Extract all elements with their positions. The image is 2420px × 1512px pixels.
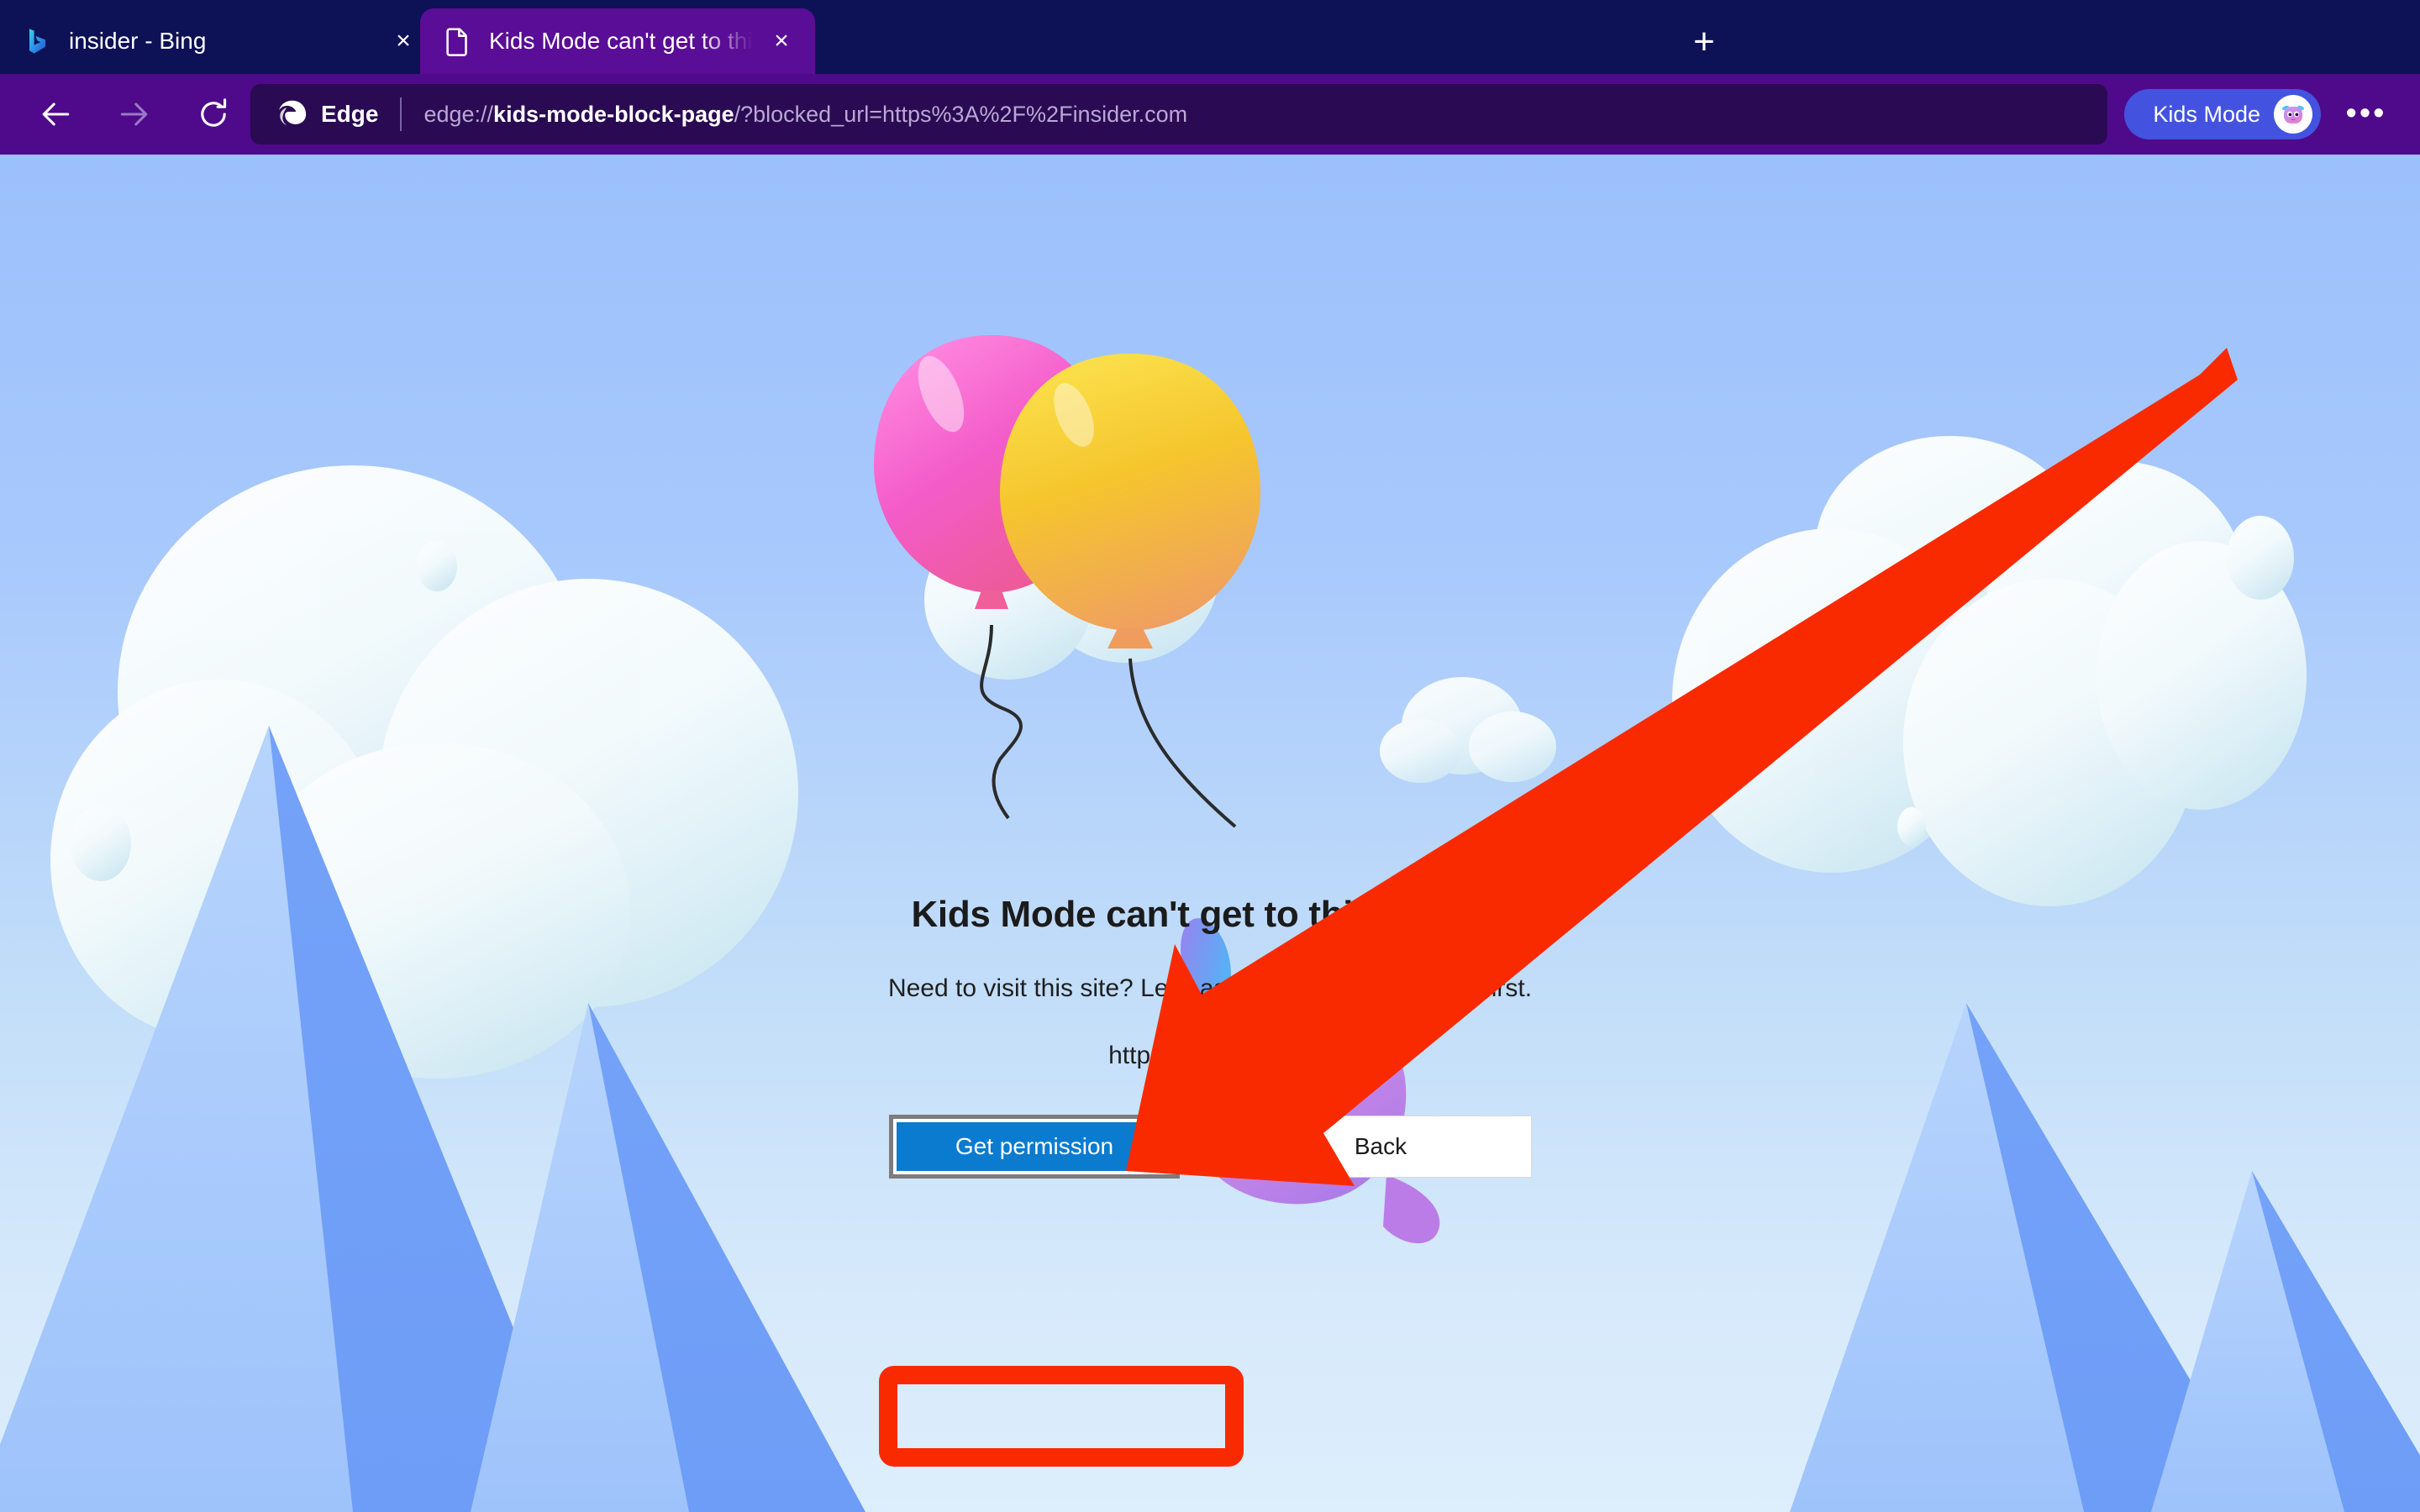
- url-host: kids-mode-block-page: [493, 101, 734, 127]
- url-path: /?blocked_url=https%3A%2F%2Finsider.com: [734, 101, 1188, 127]
- tab-strip: insider - Bing × Kids Mode can't get to …: [0, 0, 2420, 74]
- action-button-row: Get permission Back: [888, 1114, 1532, 1179]
- address-bar[interactable]: Edge edge://kids-mode-block-page/?blocke…: [250, 84, 2107, 144]
- back-button[interactable]: Back: [1229, 1116, 1532, 1178]
- get-permission-button-wrapper: Get permission: [888, 1114, 1181, 1179]
- more-options-icon[interactable]: •••: [2343, 97, 2390, 131]
- forward-arrow-icon: [103, 82, 166, 146]
- url-scheme: edge://: [424, 101, 494, 127]
- omnibox-divider: [400, 97, 402, 131]
- refresh-icon[interactable]: [182, 82, 245, 146]
- edge-brand-label: Edge: [321, 101, 379, 127]
- tab-title: insider - Bing: [69, 28, 207, 54]
- tab-close-icon[interactable]: ×: [763, 23, 800, 60]
- bing-icon: [29, 29, 46, 54]
- tab-close-icon[interactable]: ×: [385, 23, 422, 60]
- kids-mode-avatar-icon: [2274, 95, 2312, 134]
- block-message-panel: Kids Mode can't get to this site yet Nee…: [0, 155, 2420, 1512]
- kids-mode-button[interactable]: Kids Mode: [2124, 89, 2321, 139]
- edge-logo-icon: [279, 100, 307, 126]
- page-title: Kids Mode can't get to this site yet: [911, 894, 1509, 935]
- page-subtext: Need to visit this site? Let's ask an ad…: [887, 974, 1533, 1002]
- url-text[interactable]: edge://kids-mode-block-page/?blocked_url…: [424, 102, 1187, 128]
- get-permission-button[interactable]: Get permission: [889, 1115, 1180, 1179]
- blocked-url-text: https://insider.com: [1108, 1042, 1312, 1069]
- kids-mode-label: Kids Mode: [2153, 101, 2260, 127]
- new-tab-button[interactable]: +: [1681, 18, 1728, 66]
- browser-window: insider - Bing × Kids Mode can't get to …: [0, 0, 2420, 1512]
- back-arrow-icon[interactable]: [24, 82, 87, 146]
- edge-brand: Edge: [276, 97, 378, 131]
- tab-title: Kids Mode can't get to this site: [489, 28, 753, 54]
- tab-insider-bing[interactable]: insider - Bing ×: [0, 8, 437, 74]
- page-document-icon: [446, 28, 467, 56]
- kids-mode-block-page: Kids Mode can't get to this site yet Nee…: [0, 155, 2420, 1512]
- tab-kids-mode-block[interactable]: Kids Mode can't get to this site ×: [420, 8, 815, 74]
